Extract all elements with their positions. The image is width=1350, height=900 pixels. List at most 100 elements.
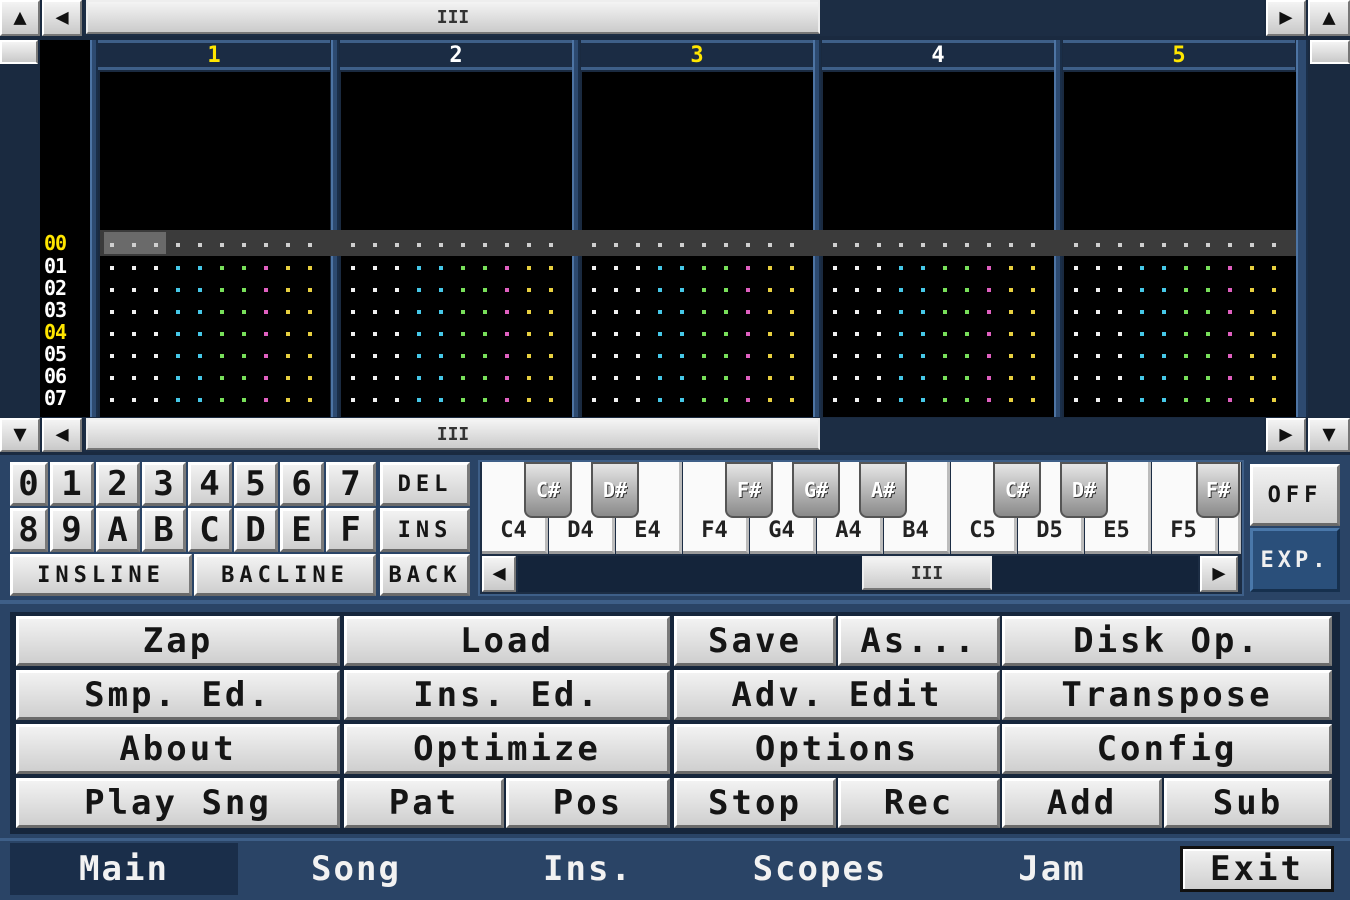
pattern-dot: [658, 332, 662, 336]
pattern-dot: [1031, 332, 1035, 336]
del-button[interactable]: DEL: [380, 462, 470, 506]
hex-key-8[interactable]: 8: [10, 508, 48, 552]
play-position-button[interactable]: Pos: [506, 778, 670, 828]
ins-button[interactable]: INS: [380, 508, 470, 552]
exp-button[interactable]: EXP.: [1250, 528, 1340, 592]
piano-scrollbar-thumb[interactable]: III: [862, 556, 992, 590]
scroll-down-icon[interactable]: ▼: [0, 418, 40, 452]
pattern-dot: [373, 288, 377, 292]
pattern-dot: [1140, 310, 1144, 314]
back-button[interactable]: BACK: [380, 554, 470, 596]
pattern-dot: [1074, 310, 1078, 314]
hex-key-9[interactable]: 9: [50, 508, 94, 552]
scroll-right-icon[interactable]: ▶: [1266, 0, 1306, 36]
hex-key-3[interactable]: 3: [142, 462, 186, 506]
config-button[interactable]: Config: [1002, 724, 1332, 774]
tab-scopes[interactable]: Scopes: [706, 843, 934, 895]
piano-key-d-sharp4[interactable]: D#: [591, 462, 639, 518]
insline-button[interactable]: INSLINE: [10, 554, 192, 596]
piano-scroll-right-icon[interactable]: ▶: [1200, 556, 1238, 592]
tab-main[interactable]: Main: [10, 843, 238, 895]
pattern-dot: [636, 266, 640, 270]
about-button[interactable]: About: [16, 724, 340, 774]
play-pattern-button[interactable]: Pat: [344, 778, 504, 828]
hex-key-5[interactable]: 5: [234, 462, 278, 506]
off-button[interactable]: OFF: [1250, 464, 1340, 526]
row-number: 00: [44, 231, 67, 255]
tab-song[interactable]: Song: [242, 843, 470, 895]
pattern-dot: [110, 376, 114, 380]
sub-button[interactable]: Sub: [1164, 778, 1332, 828]
hex-key-b[interactable]: B: [142, 508, 186, 552]
instrument-editor-button[interactable]: Ins. Ed.: [344, 670, 670, 720]
row-number: 07: [44, 386, 67, 410]
hex-key-f[interactable]: F: [326, 508, 376, 552]
hex-key-7[interactable]: 7: [326, 462, 376, 506]
piano-key-c-sharp5[interactable]: C#: [993, 462, 1041, 518]
save-as-button[interactable]: As...: [838, 616, 1000, 666]
piano-key-d-sharp5[interactable]: D#: [1060, 462, 1108, 518]
channel-header-5[interactable]: 5: [1063, 40, 1295, 70]
piano-key-g-sharp4[interactable]: G#: [792, 462, 840, 518]
exit-button[interactable]: Exit: [1180, 846, 1334, 892]
tab-jam[interactable]: Jam: [938, 843, 1166, 895]
scroll-right-icon[interactable]: ▶: [1266, 418, 1306, 452]
pattern-dot: [833, 376, 837, 380]
scroll-left-icon[interactable]: ◀: [42, 418, 82, 452]
hex-key-c[interactable]: C: [188, 508, 232, 552]
hex-key-e[interactable]: E: [280, 508, 324, 552]
bottom-scrollbar-thumb[interactable]: III: [86, 418, 820, 450]
scroll-down-icon-right[interactable]: ▼: [1308, 418, 1350, 452]
piano-key-a-sharp4[interactable]: A#: [859, 462, 907, 518]
options-button[interactable]: Options: [674, 724, 1000, 774]
scroll-up-icon[interactable]: ▲: [0, 0, 40, 36]
piano-key-c-sharp4[interactable]: C#: [524, 462, 572, 518]
play-song-button[interactable]: Play Sng: [16, 778, 340, 828]
scroll-left-icon[interactable]: ◀: [42, 0, 82, 36]
pattern-dot: [877, 398, 881, 402]
sample-editor-button[interactable]: Smp. Ed.: [16, 670, 340, 720]
stop-button[interactable]: Stop: [674, 778, 836, 828]
optimize-button[interactable]: Optimize: [344, 724, 670, 774]
hex-key-2[interactable]: 2: [96, 462, 140, 506]
advanced-edit-button[interactable]: Adv. Edit: [674, 670, 1000, 720]
hex-key-4[interactable]: 4: [188, 462, 232, 506]
add-button[interactable]: Add: [1002, 778, 1162, 828]
hex-key-a[interactable]: A: [96, 508, 140, 552]
tab-instrument[interactable]: Ins.: [474, 843, 702, 895]
bacline-button[interactable]: BACLINE: [194, 554, 376, 596]
hex-key-1[interactable]: 1: [50, 462, 94, 506]
record-button[interactable]: Rec: [838, 778, 1000, 828]
piano-key-f-sharp4[interactable]: F#: [725, 462, 773, 518]
pattern-dot: [373, 398, 377, 402]
left-scroll-thumb[interactable]: [0, 40, 38, 64]
pattern-dot: [220, 243, 224, 247]
top-scrollbar-thumb[interactable]: III: [86, 0, 820, 34]
pattern-dot: [680, 332, 684, 336]
load-button[interactable]: Load: [344, 616, 670, 666]
transpose-button[interactable]: Transpose: [1002, 670, 1332, 720]
pattern-dot: [373, 376, 377, 380]
pattern-dot: [1228, 243, 1232, 247]
piano-scroll-left-icon[interactable]: ◀: [482, 556, 516, 592]
channel-header-3[interactable]: 3: [581, 40, 813, 70]
pattern-dot: [658, 354, 662, 358]
zap-button[interactable]: Zap: [16, 616, 340, 666]
pattern-dot: [242, 243, 246, 247]
scroll-up-icon-right[interactable]: ▲: [1308, 0, 1350, 36]
pattern-dot: [264, 266, 268, 270]
save-button[interactable]: Save: [674, 616, 836, 666]
hex-key-6[interactable]: 6: [280, 462, 324, 506]
pattern-dot: [768, 398, 772, 402]
piano-key-f-sharp5[interactable]: F#: [1196, 462, 1240, 518]
hex-key-d[interactable]: D: [234, 508, 278, 552]
pattern-dot: [987, 398, 991, 402]
right-scroll-thumb[interactable]: [1310, 40, 1350, 64]
hex-key-0[interactable]: 0: [10, 462, 48, 506]
channel-header-1[interactable]: 1: [98, 40, 330, 70]
channel-header-4[interactable]: 4: [822, 40, 1054, 70]
channel-header-2[interactable]: 2: [340, 40, 572, 70]
piano-scrollbar-track[interactable]: [518, 556, 1198, 592]
disk-op-button[interactable]: Disk Op.: [1002, 616, 1332, 666]
pattern-dot: [264, 332, 268, 336]
